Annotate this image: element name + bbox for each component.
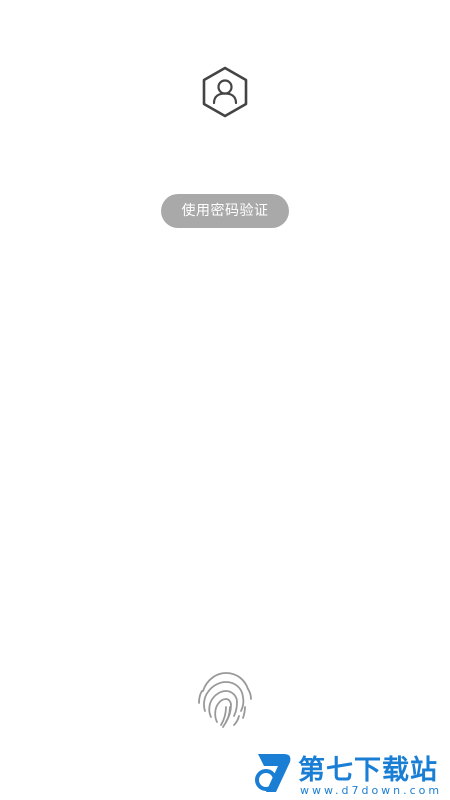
fingerprint-icon[interactable] <box>193 667 257 731</box>
lock-screen: 使用密码验证 第七下载站 www.d7down.com <box>0 0 450 800</box>
watermark-title: 第七下载站 <box>298 755 438 786</box>
user-avatar-icon <box>198 65 252 119</box>
use-password-button[interactable]: 使用密码验证 <box>161 194 289 228</box>
watermark-url: www.d7down.com <box>300 784 443 797</box>
watermark: 第七下载站 www.d7down.com <box>254 748 446 798</box>
watermark-logo-icon <box>254 750 294 796</box>
